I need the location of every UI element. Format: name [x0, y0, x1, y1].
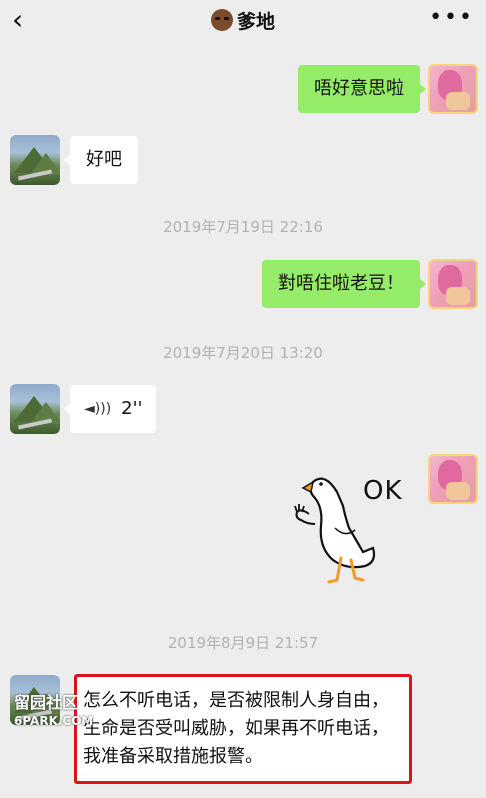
contact-avatar[interactable]: [10, 135, 60, 185]
timestamp: 2019年7月20日 13:20: [163, 344, 323, 362]
sticker-text: OK: [363, 476, 403, 506]
received-message[interactable]: 好吧: [64, 136, 138, 184]
highlighted-received-message[interactable]: 怎么不听电话，是否被限制人身自由，生命是否受叫威胁，如果再不听电话，我准备采取措…: [74, 674, 412, 784]
back-chevron-icon[interactable]: ‹: [12, 4, 23, 36]
my-avatar[interactable]: [428, 64, 478, 114]
my-avatar[interactable]: [428, 454, 478, 504]
avatar-frame: [428, 64, 478, 114]
timestamp: 2019年8月9日 21:57: [167, 634, 319, 652]
voice-duration: 2'': [121, 398, 143, 419]
watermark-line-2: 6PARK.COM: [14, 714, 94, 728]
contact-avatar[interactable]: [10, 384, 60, 434]
face-emoji-icon: [210, 9, 233, 31]
voice-message[interactable]: ◄))) 2'': [64, 385, 156, 433]
sent-message[interactable]: 對唔住啦老豆！: [262, 260, 426, 308]
timestamp: 2019年7月19日 22:16: [163, 218, 323, 236]
more-options-icon[interactable]: •••: [429, 2, 474, 34]
chat-title: 爹地: [236, 10, 275, 33]
watermark-line-1: 留园社区: [14, 693, 79, 712]
avatar-frame: [428, 454, 478, 504]
chat-header: ‹ 爹地 •••: [0, 0, 486, 40]
site-watermark: 留园社区 6PARK.COM: [14, 694, 93, 730]
voice-wave-icon: ◄))): [84, 401, 112, 417]
chat-title-group: 爹地: [210, 7, 275, 34]
goose-ok-sticker[interactable]: OK: [285, 468, 415, 590]
sent-message[interactable]: 唔好意思啦: [298, 65, 426, 113]
avatar-frame: [428, 259, 478, 309]
my-avatar[interactable]: [428, 259, 478, 309]
